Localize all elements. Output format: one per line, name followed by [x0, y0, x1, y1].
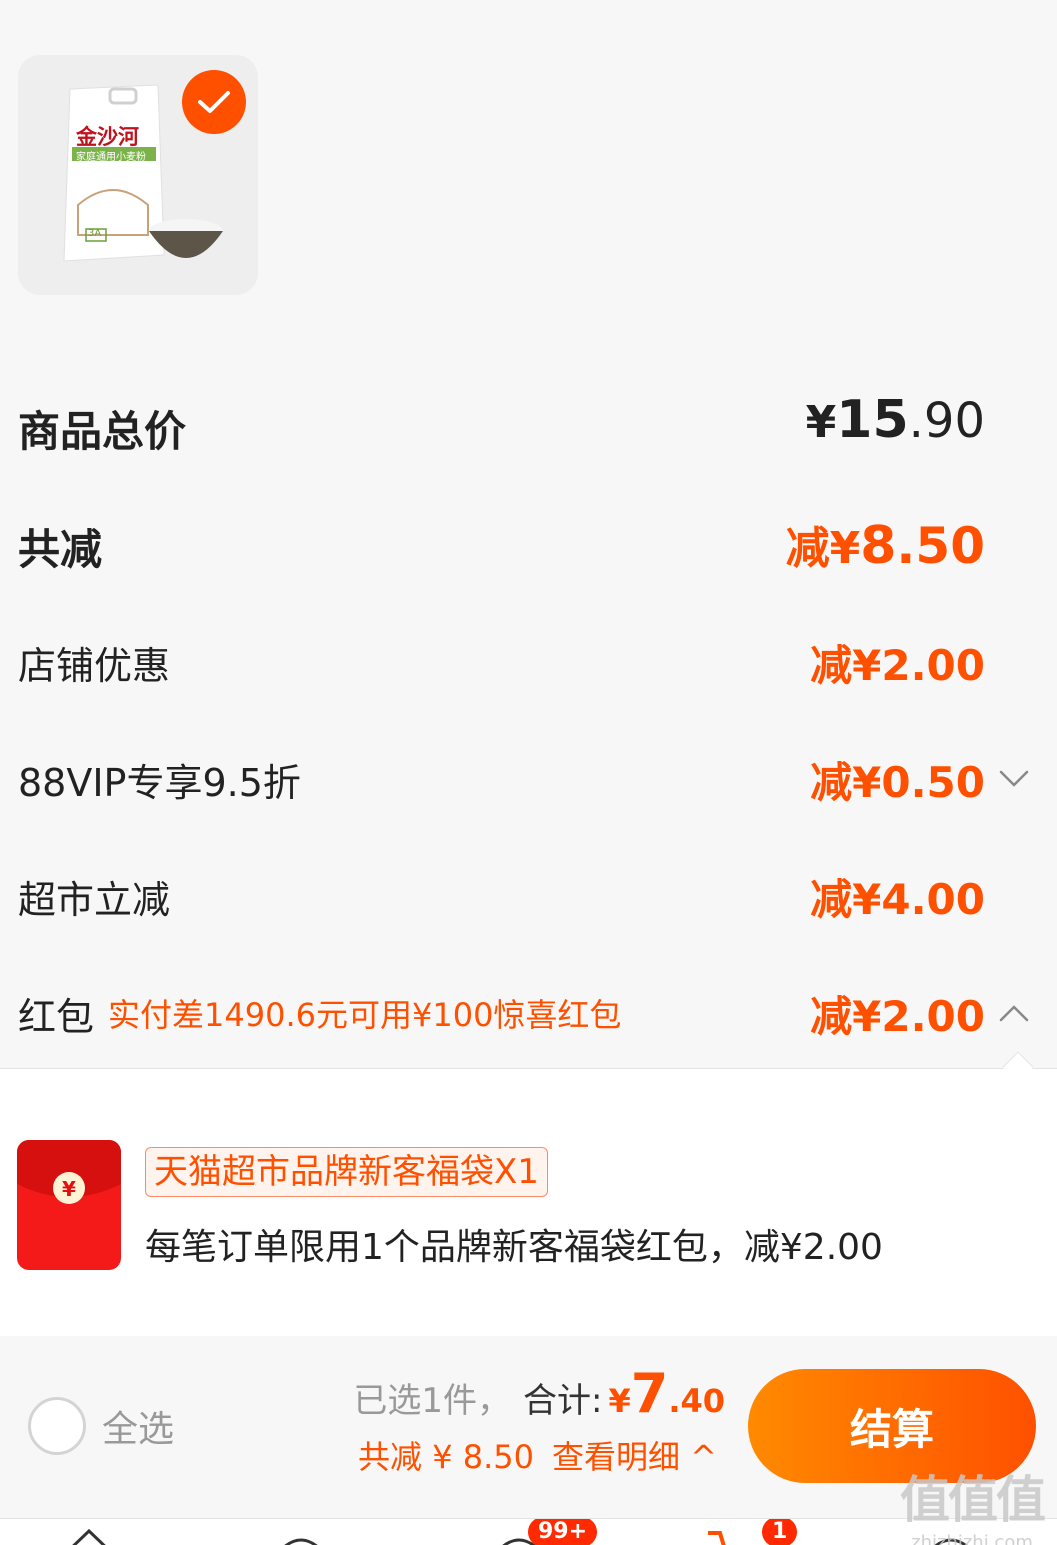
row-red-packet[interactable]: 红包 实付差1490.6元可用¥100惊喜红包 减¥2.00	[0, 986, 1057, 1041]
check-icon	[198, 91, 230, 113]
discount-summary[interactable]: 共减 ¥ 8.50 查看明细 ^	[358, 1432, 717, 1478]
summary-total: 已选1件， 合计: ¥7.40	[353, 1362, 725, 1425]
category-icon[interactable]	[274, 1525, 328, 1545]
watermark: 值值值 zhizhizhi.com	[900, 1471, 1046, 1545]
discount-summary-text: 共减 ¥ 8.50	[358, 1438, 534, 1476]
total-discount-value: 减¥8.50	[785, 516, 985, 576]
product-grade-text: 3A	[88, 228, 102, 239]
product-sub-text: 家庭通用小麦粉	[76, 152, 146, 163]
product-brand-text: 金沙河	[76, 124, 139, 149]
red-envelope-icon: ¥	[17, 1140, 121, 1270]
red-packet-value: 减¥2.00	[810, 991, 985, 1041]
view-detail-link[interactable]: 查看明细 ^	[552, 1432, 717, 1478]
shop-discount-label: 店铺优惠	[18, 643, 171, 688]
selected-count: 已选1件，	[353, 1381, 511, 1421]
product-selected-checkbox[interactable]	[182, 70, 246, 134]
svg-text:¥: ¥	[62, 1177, 76, 1201]
red-packet-note: 实付差1490.6元可用¥100惊喜红包	[108, 996, 622, 1034]
message-badge: 99+	[528, 1519, 598, 1545]
coupon-tag: 天猫超市品牌新客福袋X1	[145, 1147, 548, 1197]
cart-icon[interactable]	[704, 1525, 764, 1545]
row-market-discount: 超市立减 减¥4.00	[0, 870, 1057, 924]
row-shop-discount: 店铺优惠 减¥2.00	[0, 636, 1057, 690]
vip-discount-label: 88VIP专享9.5折	[18, 760, 301, 805]
chevron-down-icon[interactable]	[999, 770, 1029, 788]
market-discount-label: 超市立减	[18, 877, 171, 922]
total-price-value: ¥15.90	[805, 390, 985, 450]
total-label: 合计:	[523, 1381, 603, 1421]
shop-discount-value: 减¥2.00	[810, 640, 985, 690]
bottom-tab-bar: 99+ 1	[0, 1518, 1057, 1545]
vip-discount-value: 减¥0.50	[810, 757, 985, 807]
row-total-discount: 共减 减¥8.50	[0, 514, 1057, 578]
total-discount-label: 共减	[18, 524, 103, 574]
select-all-radio[interactable]	[28, 1397, 86, 1455]
pay-amount: ¥7.40	[608, 1362, 725, 1425]
red-packet-label: 红包	[18, 994, 95, 1039]
row-total-price: 商品总价 ¥15.90	[0, 390, 1057, 460]
market-discount-value: 减¥4.00	[810, 874, 985, 924]
row-vip-discount[interactable]: 88VIP专享9.5折 减¥0.50	[0, 752, 1057, 807]
cart-badge: 1	[762, 1519, 798, 1545]
coupon-description: 每笔订单限用1个品牌新客福袋红包，减¥2.00	[145, 1227, 883, 1268]
home-icon[interactable]	[62, 1525, 116, 1545]
total-price-label: 商品总价	[18, 406, 187, 456]
chevron-up-icon[interactable]	[999, 1004, 1029, 1022]
coupon-detail-panel	[0, 1068, 1057, 1336]
select-all-label[interactable]: 全选	[102, 1400, 174, 1452]
